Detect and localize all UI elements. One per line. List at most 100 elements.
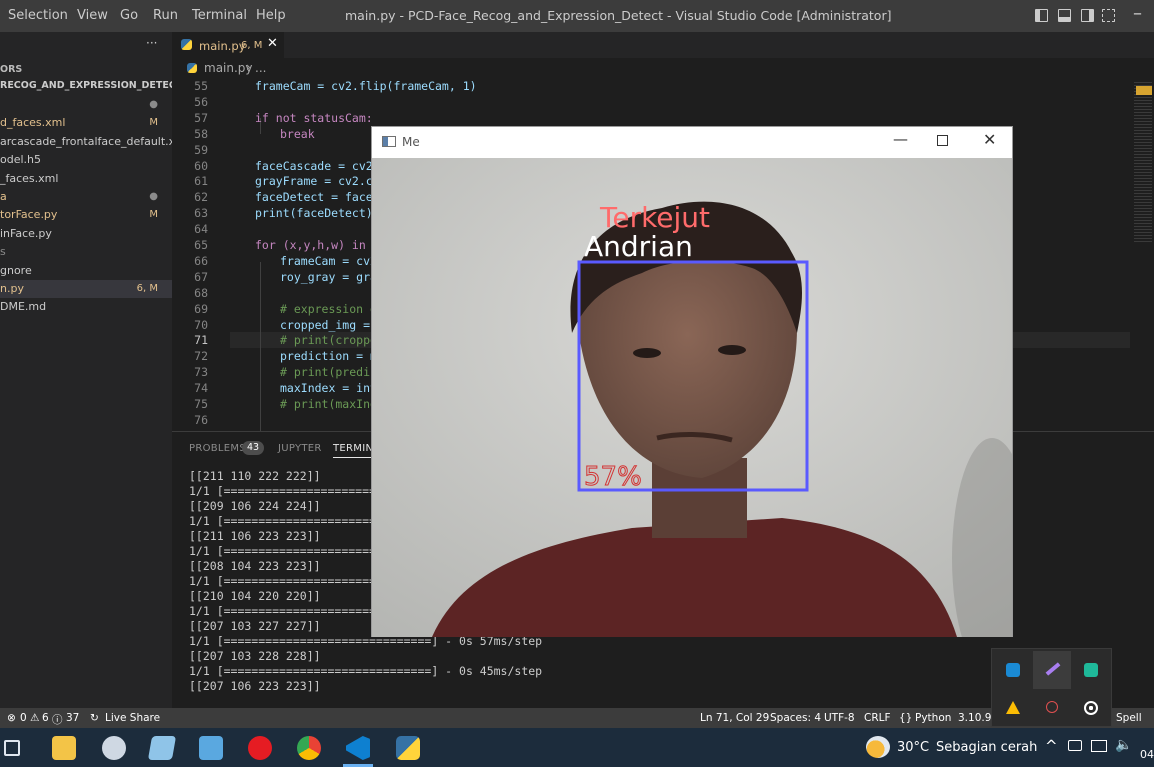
line-number: 56 <box>194 94 208 109</box>
toggle-sidebar-icon[interactable] <box>1035 9 1048 22</box>
code-text: maxIndex = int <box>280 381 377 396</box>
menu-help[interactable]: Help <box>256 8 286 23</box>
paint-icon[interactable] <box>102 736 126 760</box>
tray-screen-app-icon[interactable] <box>1072 651 1110 689</box>
info-count[interactable]: 37 <box>66 712 79 724</box>
terminal-line: 1/1 [========================= <box>189 604 397 618</box>
explorer-item[interactable]: arcascade_frontalface_default.xml <box>0 133 172 151</box>
toggle-secondary-sidebar-icon[interactable] <box>1081 9 1094 22</box>
notepad-icon[interactable] <box>147 736 177 760</box>
live-share-button[interactable]: Live Share <box>105 712 160 724</box>
menu-view[interactable]: View <box>77 8 108 23</box>
tab-main-py[interactable]: main.py 6, M ✕ <box>172 32 284 58</box>
explorer-project-name[interactable]: RECOG_AND_EXPRESSION_DETECT <box>0 80 172 91</box>
line-number: 62 <box>194 190 208 205</box>
maximize-icon[interactable] <box>937 135 948 146</box>
live-share-icon[interactable]: ↻ <box>90 712 99 724</box>
explorer-item[interactable]: DME.md <box>0 298 172 316</box>
error-icon[interactable]: ⊗ <box>7 712 16 724</box>
code-line: 56 <box>172 94 1132 110</box>
weather-temperature[interactable]: 30°C <box>897 740 929 755</box>
explorer-item[interactable]: inFace.py <box>0 225 172 243</box>
terminal-line: 1/1 [========================= <box>189 484 397 498</box>
code-text: frameCam = cv2 <box>280 253 377 268</box>
terminal-line: 1/1 [========================= <box>189 574 397 588</box>
tray-disabled-mic-icon[interactable] <box>1033 689 1071 727</box>
close-icon[interactable]: ✕ <box>983 130 996 149</box>
language-mode[interactable]: Python <box>915 712 951 724</box>
explorer-item-badge: M <box>149 209 158 221</box>
explorer-item[interactable]: odel.h5 <box>0 151 172 169</box>
line-number: 66 <box>194 253 208 268</box>
spell-check[interactable]: Spell <box>1116 712 1142 724</box>
terminal-line: [[207 103 228 228]] <box>189 649 321 663</box>
menu-run[interactable]: Run <box>153 8 178 23</box>
menu-selection[interactable]: Selection <box>8 8 68 23</box>
clock-partial[interactable]: 04 <box>1140 748 1154 761</box>
tab-jupyter[interactable]: JUPYTER <box>278 443 322 454</box>
indentation[interactable]: Spaces: 4 <box>770 712 821 724</box>
info-icon[interactable]: ⓘ <box>52 712 63 727</box>
explorer-item-label: torFace.py <box>0 208 58 222</box>
tab-problems[interactable]: PROBLEMS <box>189 443 246 454</box>
media-player-icon[interactable] <box>248 736 272 760</box>
code-text: faceCascade = cv2.C <box>255 158 387 173</box>
python-language-icon: {} <box>899 712 913 724</box>
close-tab-icon[interactable]: ✕ <box>267 36 278 51</box>
weather-condition[interactable]: Sebagian cerah <box>936 740 1037 755</box>
warning-icon[interactable]: ⚠ <box>30 712 39 724</box>
explorer-item[interactable]: gnore <box>0 262 172 280</box>
line-number: 75 <box>194 397 208 411</box>
python-icon[interactable] <box>396 736 420 760</box>
battery-icon[interactable] <box>1068 740 1082 751</box>
control-panel-icon[interactable] <box>199 736 223 760</box>
explorer-item[interactable]: a ● <box>0 188 172 206</box>
explorer-item[interactable]: n.py 6, M <box>0 280 172 298</box>
camera-window-titlebar[interactable]: Me — ✕ <box>372 127 1012 158</box>
explorer-more-actions-icon[interactable]: ··· <box>146 36 157 50</box>
camera-window[interactable]: Me — ✕ Terkejut Andrian 57% <box>371 126 1013 637</box>
tray-record-icon[interactable] <box>1072 689 1110 727</box>
editor-tab-bar: main.py 6, M ✕ <box>172 32 1154 58</box>
line-number: 69 <box>194 301 208 316</box>
menu-go[interactable]: Go <box>120 8 138 23</box>
error-count[interactable]: 0 <box>20 712 27 724</box>
explorer-item[interactable]: torFace.py M <box>0 206 172 224</box>
explorer-item[interactable]: s <box>0 243 172 261</box>
tray-teamviewer-icon[interactable] <box>994 651 1032 689</box>
explorer-item-label: odel.h5 <box>0 153 42 167</box>
warning-count[interactable]: 6 <box>42 712 49 724</box>
minimize-icon[interactable]: — <box>893 130 908 148</box>
file-explorer-icon[interactable] <box>52 736 76 760</box>
terminal-line: [[211 110 222 222]] <box>189 469 321 483</box>
weather-icon[interactable] <box>866 736 890 758</box>
explorer-section-label: ORS <box>0 64 23 75</box>
tab-badge: 6, M <box>241 40 263 51</box>
toggle-panel-icon[interactable] <box>1058 9 1071 22</box>
menu-terminal[interactable]: Terminal <box>192 8 247 23</box>
camera-window-title: Me <box>402 135 420 149</box>
minimap[interactable] <box>1132 78 1154 431</box>
cursor-position[interactable]: Ln 71, Col 29 <box>700 712 769 724</box>
minimize-window-icon[interactable]: – <box>1133 3 1142 24</box>
tray-feather-icon[interactable] <box>1033 651 1071 689</box>
explorer-item[interactable]: d_faces.xml M <box>0 114 172 132</box>
customize-layout-icon[interactable] <box>1102 9 1115 22</box>
end-of-line[interactable]: CRLF <box>864 712 891 724</box>
code-line: 57 if not statusCam: <box>172 110 1132 126</box>
vscode-icon[interactable] <box>346 736 370 760</box>
network-icon[interactable] <box>1091 740 1107 752</box>
explorer-item[interactable]: ● <box>0 96 172 114</box>
explorer-item[interactable]: _faces.xml <box>0 170 172 188</box>
window-title: main.py - PCD-Face_Recog_and_Expression_… <box>345 8 892 23</box>
encoding[interactable]: UTF-8 <box>824 712 855 724</box>
minimap-content <box>1134 82 1152 242</box>
volume-icon[interactable]: 🔈 <box>1115 737 1132 753</box>
chrome-icon[interactable] <box>297 736 321 760</box>
explorer-sidebar: ORS ··· RECOG_AND_EXPRESSION_DETECT ● d_f… <box>0 32 172 708</box>
tray-google-drive-icon[interactable] <box>994 689 1032 727</box>
breadcrumb-symbol[interactable]: ... <box>255 61 266 75</box>
show-hidden-icons-chevron-icon[interactable]: ^ <box>1045 737 1058 755</box>
task-view-icon[interactable] <box>4 740 20 756</box>
line-number: 71 <box>194 333 208 348</box>
